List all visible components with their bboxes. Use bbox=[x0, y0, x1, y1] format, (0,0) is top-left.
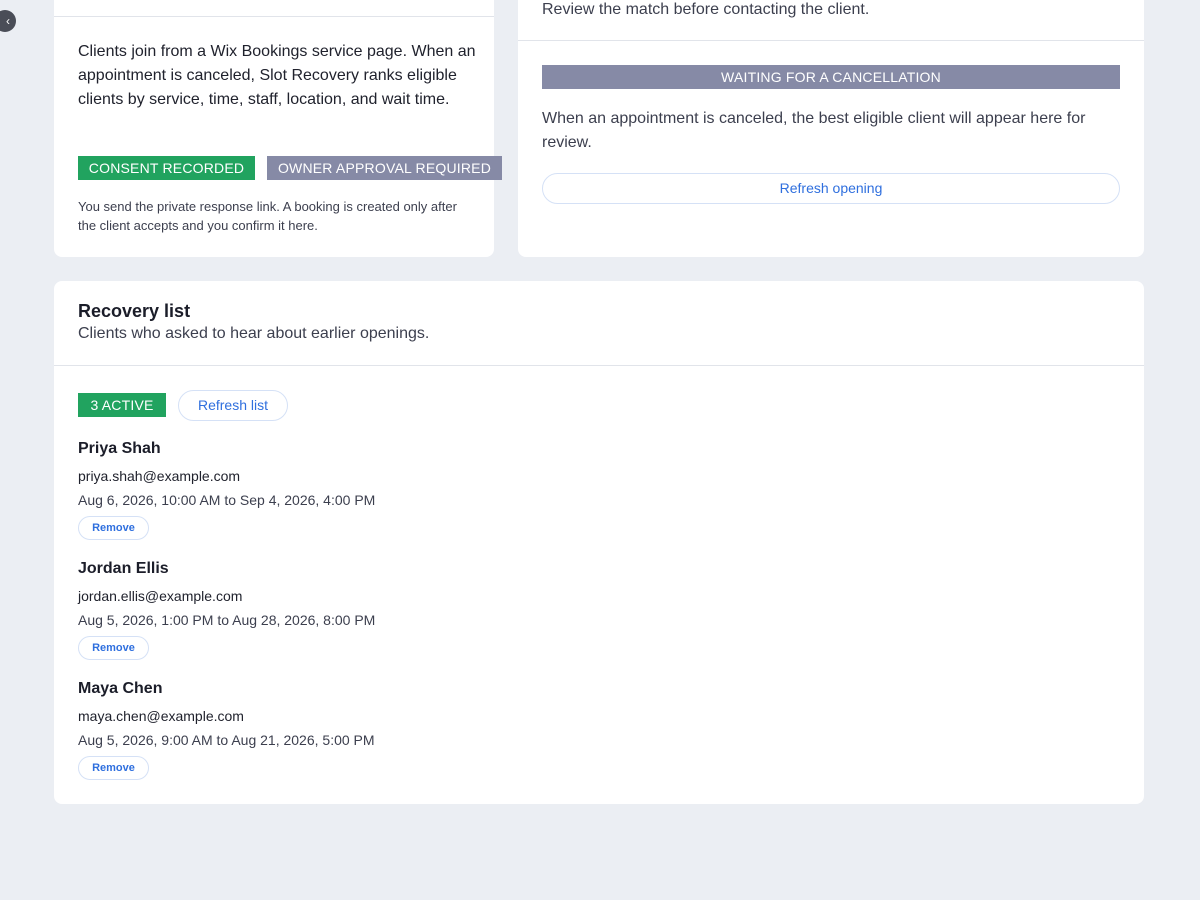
client-name: Priya Shah bbox=[78, 440, 161, 457]
match-subtitle: Review the match before contacting the c… bbox=[542, 1, 870, 18]
recovery-list-title: Recovery list bbox=[78, 301, 191, 321]
recovery-list-card: Recovery list Clients who asked to hear … bbox=[54, 281, 1144, 804]
consent-recorded-badge: CONSENT RECORDED bbox=[78, 156, 255, 180]
client-name: Jordan Ellis bbox=[78, 560, 169, 577]
owner-approval-badge: OWNER APPROVAL REQUIRED bbox=[267, 156, 502, 180]
card-divider bbox=[54, 16, 494, 17]
client-email: maya.chen@example.com bbox=[78, 708, 244, 724]
refresh-list-button[interactable]: Refresh list bbox=[178, 390, 288, 421]
remove-button[interactable]: Remove bbox=[78, 636, 149, 660]
client-email: priya.shah@example.com bbox=[78, 468, 241, 484]
card-divider bbox=[54, 365, 1144, 366]
client-email: jordan.ellis@example.com bbox=[78, 588, 243, 604]
active-count-badge: 3 ACTIVE bbox=[78, 393, 166, 417]
list-item: Priya Shah priya.shah@example.com Aug 6,… bbox=[78, 438, 478, 540]
remove-button[interactable]: Remove bbox=[78, 756, 149, 780]
card-divider bbox=[518, 40, 1144, 41]
booking-note: You send the private response link. A bo… bbox=[78, 199, 457, 233]
client-availability: Aug 6, 2026, 10:00 AM to Sep 4, 2026, 4:… bbox=[78, 492, 376, 508]
waiting-description: When an appointment is canceled, the bes… bbox=[542, 110, 1086, 151]
chevron-left-icon: ‹ bbox=[6, 14, 10, 28]
remove-button[interactable]: Remove bbox=[78, 516, 149, 540]
client-name: Maya Chen bbox=[78, 680, 163, 697]
how-it-works-text: Clients join from a Wix Bookings service… bbox=[78, 43, 476, 108]
status-badge: WAITING FOR A CANCELLATION bbox=[542, 65, 1120, 89]
opening-match-card: Review the match before contacting the c… bbox=[518, 0, 1144, 257]
sidebar-collapse-button[interactable]: ‹ bbox=[0, 10, 16, 32]
client-availability: Aug 5, 2026, 9:00 AM to Aug 21, 2026, 5:… bbox=[78, 732, 375, 748]
client-availability: Aug 5, 2026, 1:00 PM to Aug 28, 2026, 8:… bbox=[78, 612, 376, 628]
list-item: Maya Chen maya.chen@example.com Aug 5, 2… bbox=[78, 678, 478, 780]
recovery-list-subtitle: Clients who asked to hear about earlier … bbox=[78, 325, 430, 342]
list-item: Jordan Ellis jordan.ellis@example.com Au… bbox=[78, 558, 478, 660]
consent-card: Clients join from a Wix Bookings service… bbox=[54, 0, 502, 257]
refresh-opening-button[interactable]: Refresh opening bbox=[542, 173, 1120, 204]
